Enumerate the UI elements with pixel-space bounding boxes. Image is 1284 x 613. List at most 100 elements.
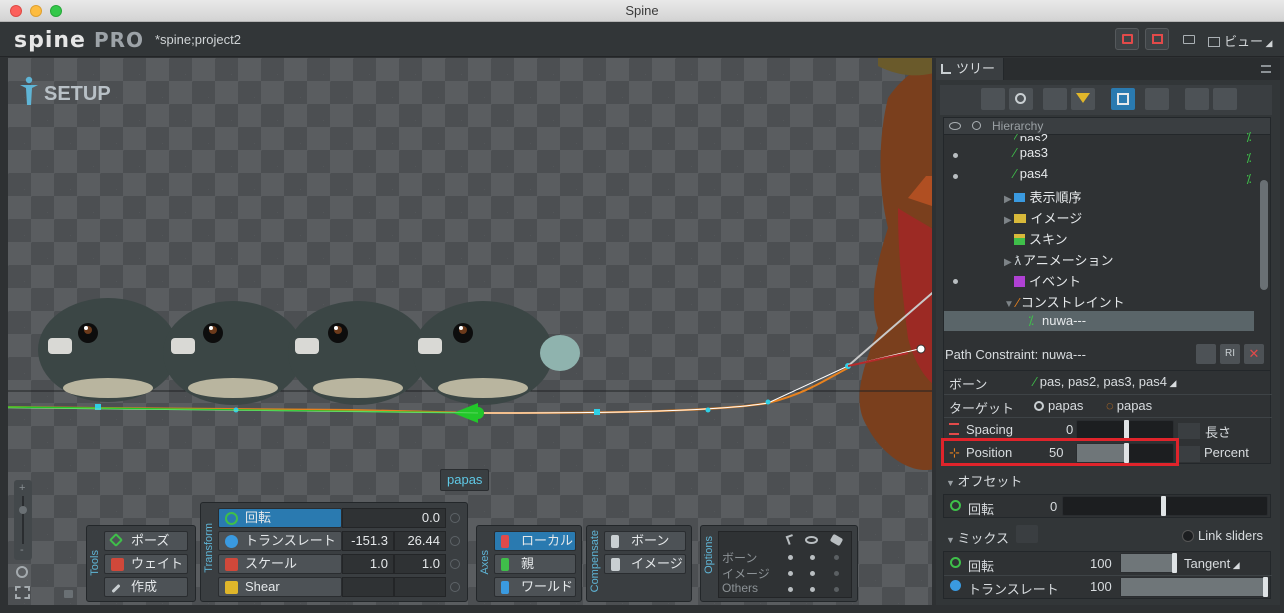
spacing-mode[interactable]: 長さ	[1205, 422, 1231, 441]
option-toggle[interactable]	[810, 571, 815, 576]
option-toggle[interactable]	[810, 587, 815, 592]
minimize-window-button[interactable]	[30, 5, 42, 17]
tree-item-pas4[interactable]: ⁄ pas4	[1014, 166, 1048, 181]
tree-item-images[interactable]: ▶ イメージ	[1004, 208, 1082, 227]
target-path-value[interactable]: ◌ papas	[1106, 398, 1152, 413]
mix-key-icon[interactable]	[1016, 525, 1038, 543]
mix-translate-value[interactable]: 100	[1090, 579, 1112, 594]
rotate-button[interactable]: 回転	[218, 508, 342, 528]
filter-funnel-icon[interactable]	[1071, 88, 1095, 110]
option-toggle[interactable]	[810, 555, 815, 560]
option-toggle[interactable]	[788, 587, 793, 592]
lock-icon[interactable]	[64, 590, 73, 598]
record-icon[interactable]	[1115, 28, 1139, 50]
delete-icon[interactable]: ✕	[1244, 344, 1264, 364]
window-stack-icon[interactable]	[1183, 35, 1195, 44]
shear-y-value[interactable]	[394, 577, 446, 597]
compensate-bone-button[interactable]: ボーン	[604, 531, 686, 551]
blob-4	[413, 301, 580, 405]
option-toggle[interactable]	[834, 587, 839, 592]
target-slot-value[interactable]: papas	[1034, 398, 1083, 413]
visibility-dot[interactable]	[953, 279, 958, 284]
zoom-window-button[interactable]	[50, 5, 62, 17]
shear-button[interactable]: Shear	[218, 577, 342, 597]
view-menu[interactable]: ビュー ◢	[1208, 31, 1272, 50]
focus-selection-icon[interactable]	[1111, 88, 1135, 110]
option-toggle[interactable]	[788, 555, 793, 560]
shear-x-value[interactable]	[342, 577, 394, 597]
tree-item-draw-order[interactable]: ▶ 表示順序	[1004, 187, 1081, 206]
translate-y-value[interactable]: 26.44	[394, 531, 446, 551]
translate-button[interactable]: トランスレート	[218, 531, 342, 551]
option-toggle[interactable]	[834, 555, 839, 560]
mix-rotate-mode[interactable]: Tangent ◢	[1184, 556, 1240, 571]
zoom-minus-icon[interactable]: -	[20, 544, 24, 556]
tree-item-nuwa-selected[interactable]: ⁒ nuwa---	[944, 311, 1254, 331]
expand-icon[interactable]	[1213, 88, 1237, 110]
position-key-icon[interactable]	[1178, 446, 1200, 462]
scale-y-value[interactable]: 1.0	[394, 554, 446, 574]
tree-item-pas3[interactable]: ⁄ pas3	[1014, 145, 1048, 160]
tree-item-pas2[interactable]: ⁄ pas2	[1014, 131, 1048, 141]
show-bones-filter-icon[interactable]	[981, 88, 1005, 110]
create-tool-button[interactable]: 作成	[104, 577, 188, 597]
axes-world-button[interactable]: ワールド	[494, 577, 576, 597]
axes-local-button[interactable]: ローカル	[494, 531, 576, 551]
copy-icon[interactable]	[1196, 344, 1216, 364]
zoom-knob[interactable]	[19, 506, 27, 514]
spacing-slider[interactable]	[1076, 420, 1174, 440]
weight-tool-button[interactable]: ウェイト	[104, 554, 188, 574]
offset-rotate-value[interactable]: 0	[1050, 499, 1057, 514]
fit-view-icon[interactable]	[1145, 28, 1169, 50]
position-mode[interactable]: Percent	[1204, 445, 1249, 460]
link-sliders-checkbox[interactable]	[1182, 530, 1194, 542]
show-attachments-filter-icon[interactable]	[1043, 88, 1067, 110]
mix-rotate-knob[interactable]	[1172, 553, 1177, 573]
rename-icon[interactable]: RI	[1220, 344, 1240, 364]
translate-key-icon[interactable]	[450, 536, 460, 546]
mix-rotate-slider[interactable]	[1120, 553, 1177, 573]
show-slots-filter-icon[interactable]	[1009, 88, 1033, 110]
mix-section-header[interactable]: ▼ ミックス	[946, 528, 1009, 547]
running-figure-icon: ƛ	[1014, 253, 1021, 268]
bones-value[interactable]: ⁄ pas, pas2, pas3, pas4 ◢	[1034, 374, 1176, 389]
option-toggle[interactable]	[834, 571, 839, 576]
rotate-key-icon[interactable]	[450, 513, 460, 523]
scale-button[interactable]: スケール	[218, 554, 342, 574]
panel-menu-icon[interactable]	[1261, 65, 1271, 73]
zoom-search-icon[interactable]	[16, 566, 28, 578]
scale-key-icon[interactable]	[450, 559, 460, 569]
option-toggle[interactable]	[788, 571, 793, 576]
scale-x-value[interactable]: 1.0	[342, 554, 394, 574]
compensate-image-button[interactable]: イメージ	[604, 554, 686, 574]
offset-section-header[interactable]: ▼ オフセット	[946, 471, 1022, 490]
axes-parent-button[interactable]: 親	[494, 554, 576, 574]
tree-scrollbar[interactable]	[1260, 180, 1268, 290]
offset-rotate-slider[interactable]	[1062, 496, 1268, 516]
find-icon[interactable]	[1145, 88, 1169, 110]
tree-item-events[interactable]: イベント	[1014, 271, 1081, 290]
zoom-plus-icon[interactable]: +	[19, 482, 25, 494]
visibility-dot[interactable]	[953, 153, 958, 158]
canvas-viewport[interactable]: SETUP papas + - Tools ポーズ ウェイト 作成 Transf…	[8, 58, 932, 605]
spacing-slider-knob[interactable]	[1124, 420, 1129, 440]
mix-rotate-value[interactable]: 100	[1090, 556, 1112, 571]
rotate-value[interactable]: 0.0	[342, 508, 446, 528]
pose-tool-button[interactable]: ポーズ	[104, 531, 188, 551]
translate-x-value[interactable]: -151.3	[342, 531, 394, 551]
visibility-dot[interactable]	[953, 174, 958, 179]
tree-item-constraints[interactable]: ▼ ⁄ コンストレイント	[1004, 292, 1125, 311]
close-window-button[interactable]	[10, 5, 22, 17]
tree-item-animations[interactable]: ▶ ƛ アニメーション	[1004, 250, 1113, 269]
shear-key-icon[interactable]	[450, 582, 460, 592]
fit-screen-icon[interactable]	[15, 586, 30, 599]
tree-tab[interactable]: ツリー	[936, 58, 1005, 80]
spacing-value[interactable]: 0	[1066, 422, 1073, 437]
mix-translate-knob[interactable]	[1263, 577, 1268, 597]
collapse-icon[interactable]	[1185, 88, 1209, 110]
spacing-key-icon[interactable]	[1178, 423, 1200, 439]
zoom-slider[interactable]: + -	[14, 480, 32, 560]
mix-translate-slider[interactable]	[1120, 577, 1268, 597]
tree-item-skins[interactable]: スキン	[1014, 229, 1068, 248]
offset-rotate-knob[interactable]	[1161, 496, 1166, 516]
